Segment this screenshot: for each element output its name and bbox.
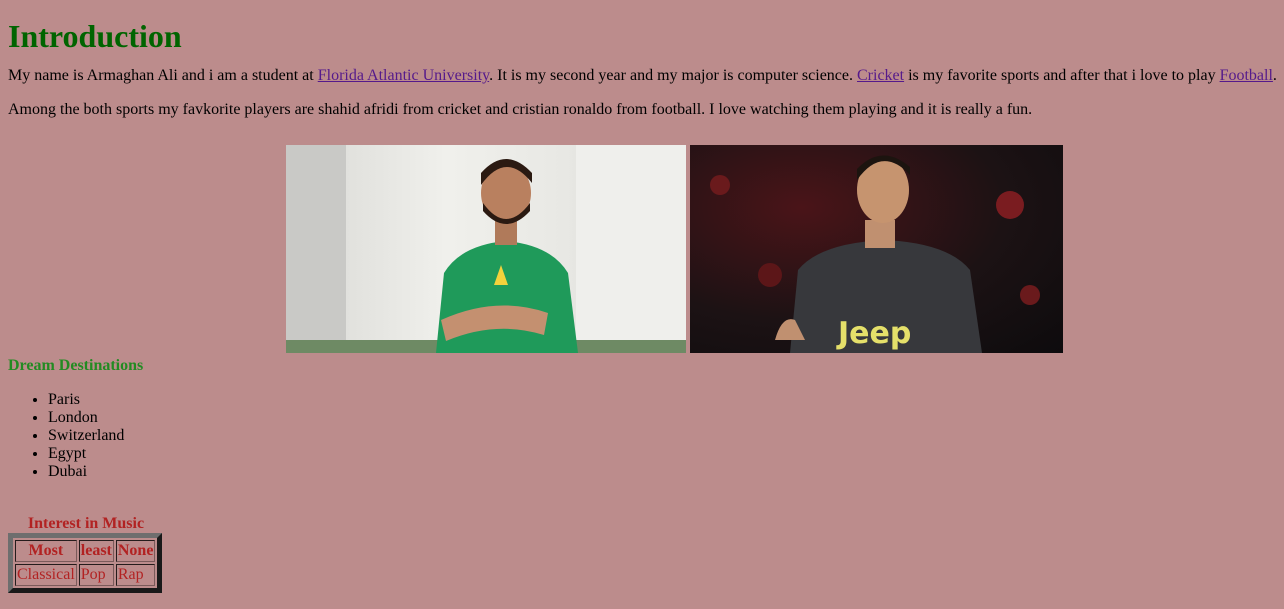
table-header-row: Most least None (15, 540, 156, 562)
players-paragraph: Among the both sports my favkorite playe… (8, 101, 1033, 118)
football-link[interactable]: Football (1220, 67, 1273, 84)
intro-text: My name is Armaghan Ali and i am a stude… (8, 67, 318, 84)
intro-text: . (1272, 67, 1277, 84)
footballer-illustration: Jeep (710, 155, 1040, 353)
music-table: Most least None Classical Pop Rap (8, 533, 163, 593)
cricket-link[interactable]: Cricket (857, 67, 904, 84)
page-title: Introduction (8, 18, 182, 54)
list-item: Egypt (48, 445, 124, 463)
destinations-list: Paris London Switzerland Egypt Dubai (8, 391, 124, 481)
table-header: None (115, 540, 156, 562)
table-header: least (78, 540, 114, 562)
intro-paragraph: My name is Armaghan Ali and i am a stude… (8, 67, 1277, 85)
shahid-afridi-photo (286, 145, 686, 353)
list-item: Dubai (48, 463, 124, 481)
table-cell: Rap (115, 564, 156, 586)
table-cell: Classical (15, 564, 77, 586)
intro-text: . It is my second year and my major is c… (489, 67, 857, 84)
cristiano-ronaldo-photo: Jeep (690, 145, 1063, 353)
table-row: Classical Pop Rap (15, 564, 156, 586)
table-header: Most (15, 540, 77, 562)
music-caption: Interest in Music (27, 515, 145, 532)
music-section: Interest in Music Most least None Classi… (8, 515, 164, 593)
table-cell: Pop (78, 564, 114, 586)
player-images: Jeep (286, 145, 1063, 353)
cricketer-illustration (286, 145, 686, 353)
list-item: London (48, 409, 124, 427)
list-item: Paris (48, 391, 124, 409)
fau-link[interactable]: Florida Atlantic University (318, 67, 489, 84)
destinations-heading: Dream Destinations (8, 357, 144, 374)
jersey-text: Jeep (836, 316, 911, 351)
list-item: Switzerland (48, 427, 124, 445)
intro-text: is my favorite sports and after that i l… (904, 67, 1220, 84)
